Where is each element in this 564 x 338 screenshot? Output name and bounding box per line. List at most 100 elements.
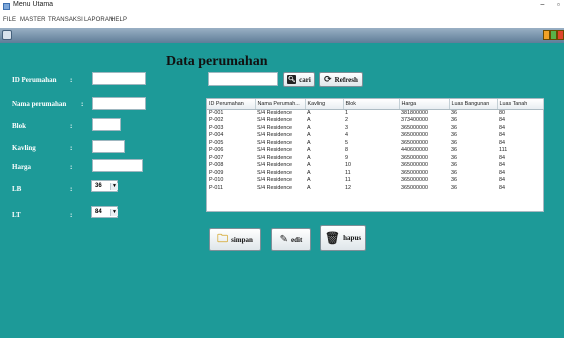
table-cell: 4 [345,132,348,138]
id-perumahan-input[interactable] [92,72,146,85]
frame-controls [543,30,564,40]
table-cell: 36 [451,139,457,146]
table-row[interactable]: P-009 S/4 Residence A 11 365000000 36 84 [207,170,543,178]
table-cell: 2 [345,117,348,123]
colon: : [70,122,73,130]
label-kavling: Kavling [12,144,36,152]
frame-minimize-button[interactable] [543,30,550,40]
column-header[interactable]: ID Perumahan [207,99,256,110]
table-cell: S/4 Residence [257,177,293,183]
column-header[interactable]: Kavling [305,99,344,110]
table-cell: 84 [499,184,505,191]
table-row[interactable]: P-008 S/4 Residence A 10 365000000 36 84 [207,162,543,170]
menu-master[interactable]: MASTER [20,17,46,23]
table-cell: 84 [499,139,505,146]
table-cell: 36 [451,184,457,191]
table-cell: S/4 Residence [257,184,293,191]
table-cell: A [307,154,311,161]
frame-maximize-button[interactable] [550,30,557,40]
window-title: Menu Utama [13,1,54,8]
table-row[interactable]: P-011 S/4 Residence A 12 365000000 36 84 [207,185,543,193]
menu-laporan[interactable]: LAPORAN [84,17,113,23]
frame-close-button[interactable] [557,30,564,40]
internal-frame-titlebar [0,28,564,43]
table-cell: S/4 Residence [257,162,293,168]
table-cell: A [307,139,311,146]
lb-select[interactable]: 36 ▼ [91,180,118,192]
colon: : [70,163,73,171]
column-header[interactable]: Luas Tanah [497,99,544,110]
simpan-button[interactable]: 🗀 simpan [209,228,261,251]
column-header[interactable]: Nama Perumah... [255,99,306,110]
table-cell: S/4 Residence [257,109,293,116]
table-cell: P-006 [209,147,224,153]
table-cell: A [307,162,311,168]
table-cell: 3 [345,124,348,131]
perumahan-table[interactable]: ID Perumahan Nama Perumah... Kavling Blo… [206,98,544,212]
edit-button[interactable]: ✎ edit [271,228,311,251]
table-cell: 365000000 [401,139,428,146]
table-row[interactable]: P-001 S/4 Residence A 1 381800000 36 80 [207,109,543,117]
table-cell: P-009 [209,169,224,176]
table-cell: S/4 Residence [257,154,293,161]
label-lt: LT [12,211,21,219]
colon: : [70,211,73,219]
table-cell: 373400000 [401,117,428,123]
table-row[interactable]: P-002 S/4 Residence A 2 373400000 36 84 [207,117,543,125]
hapus-button[interactable]: 🗑 hapus [320,225,366,251]
lb-select-value: 36 [95,183,102,189]
table-cell: 381800000 [401,109,428,116]
label-harga: Harga [12,163,32,171]
chevron-down-icon[interactable]: ▼ [110,183,118,190]
colon: : [70,76,73,84]
table-row[interactable]: P-010 S/4 Residence A 11 365000000 36 84 [207,177,543,185]
search-input[interactable] [208,72,278,86]
label-id-perumahan: ID Perumahan [12,76,57,84]
table-row[interactable]: P-006 S/4 Residence A 8 440600000 36 111 [207,147,543,155]
column-header[interactable]: Blok [343,99,400,110]
table-cell: A [307,117,311,123]
nama-perumahan-input[interactable] [92,97,146,110]
lt-select[interactable]: 84 ▼ [91,206,118,218]
table-cell: S/4 Residence [257,132,293,138]
table-row[interactable]: P-003 S/4 Residence A 3 365000000 36 84 [207,125,543,133]
table-cell: 36 [451,132,457,138]
table-cell: 365000000 [401,154,428,161]
table-cell: 11 [345,169,351,176]
table-row[interactable]: P-007 S/4 Residence A 9 365000000 36 84 [207,155,543,163]
table-cell: A [307,124,311,131]
table-cell: 365000000 [401,184,428,191]
page-title: Data perumahan [166,54,268,69]
label-blok: Blok [12,122,27,130]
harga-input[interactable] [92,159,143,172]
lt-select-value: 84 [95,209,102,215]
maximize-button[interactable]: ▫ [557,0,560,9]
column-header[interactable]: Luas Bangunan [449,99,498,110]
kavling-input[interactable] [92,140,125,153]
hapus-button-label: hapus [343,234,362,242]
chevron-down-icon[interactable]: ▼ [110,209,118,216]
refresh-button[interactable]: ⟳ Refresh [319,72,363,87]
menu-file[interactable]: FILE [3,17,16,23]
table-cell: A [307,169,311,176]
column-header[interactable]: Harga [399,99,450,110]
table-cell: S/4 Residence [257,124,293,131]
table-cell: 5 [345,139,348,146]
cari-button[interactable]: 🔍︎ cari [283,72,315,87]
blok-input[interactable] [92,118,121,131]
table-cell: 111 [499,147,508,153]
table-cell: A [307,184,311,191]
table-row[interactable]: P-004 S/4 Residence A 4 365000000 36 84 [207,132,543,140]
table-cell: 8 [345,147,348,153]
table-cell: 11 [345,177,351,183]
menu-help[interactable]: HELP [111,17,127,23]
table-cell: 36 [451,147,457,153]
table-cell: 84 [499,177,505,183]
menu-transaksi[interactable]: TRANSAKSI [48,17,83,23]
table-header-row: ID Perumahan Nama Perumah... Kavling Blo… [207,99,544,110]
table-row[interactable]: P-005 S/4 Residence A 5 365000000 36 84 [207,140,543,148]
label-nama-perumahan: Nama perumahan [12,100,67,108]
simpan-button-label: simpan [231,235,253,244]
table-cell: 36 [451,109,457,116]
minimize-button[interactable]: − [540,0,545,9]
